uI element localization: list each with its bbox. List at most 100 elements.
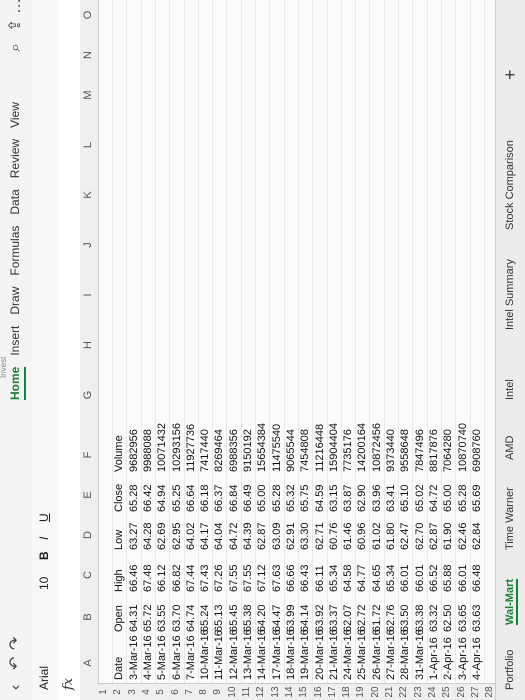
row-number[interactable]: 11 (241, 683, 256, 700)
cell[interactable]: High (113, 569, 125, 592)
cell[interactable]: 64.28 (142, 522, 154, 550)
row-number[interactable]: 8 (198, 683, 213, 700)
tab-home[interactable]: Home (6, 366, 26, 400)
cell[interactable]: 66.66 (285, 564, 297, 592)
cell[interactable]: 7417440 (199, 429, 211, 472)
row-number[interactable]: 3 (126, 683, 141, 700)
cell[interactable]: 62.07 (342, 604, 354, 632)
cell[interactable]: 66.01 (399, 564, 411, 592)
cell[interactable]: 9988088 (142, 429, 154, 472)
cell[interactable]: 65.45 (228, 604, 240, 632)
cell[interactable]: 62.72 (356, 604, 368, 632)
cell[interactable]: 6-Mar-16 (171, 635, 183, 680)
cell[interactable]: 21-Mar-16 (328, 629, 340, 680)
cell[interactable]: 14200164 (356, 423, 368, 472)
cell[interactable]: 66.48 (471, 564, 483, 592)
sheet-tab[interactable]: Time Warner (504, 487, 516, 550)
cell[interactable]: 63.30 (299, 522, 311, 550)
cell[interactable]: 62.50 (442, 604, 454, 632)
cell[interactable]: 67.44 (185, 564, 197, 592)
cell[interactable]: 66.18 (199, 484, 211, 512)
cell[interactable]: 27-Mar-16 (385, 629, 397, 680)
cell[interactable]: 31-Mar-16 (414, 629, 426, 680)
cell[interactable]: 65.34 (328, 564, 340, 592)
cell[interactable]: 66.64 (185, 484, 197, 512)
row-number[interactable]: 5 (155, 683, 170, 700)
cell[interactable]: 64.65 (371, 564, 383, 592)
sheet-tab[interactable]: Stock Comparison (504, 140, 516, 230)
row-number[interactable]: 4 (140, 683, 156, 700)
cell[interactable]: 64.94 (156, 484, 168, 512)
cell[interactable]: 3-Apr-16 (457, 637, 469, 680)
cell[interactable]: 7454808 (299, 429, 311, 472)
cell[interactable]: 65.75 (299, 484, 311, 512)
cell[interactable]: 64.02 (185, 522, 197, 550)
cell[interactable]: 4-Apr-16 (471, 637, 483, 680)
cell[interactable]: 60.96 (356, 522, 368, 550)
cell[interactable]: 66.01 (457, 564, 469, 592)
cell[interactable]: 65.25 (171, 484, 183, 512)
tab-view[interactable]: View (6, 102, 26, 128)
redo-icon[interactable]: ↷ (6, 637, 26, 650)
cell[interactable]: 67.55 (242, 564, 254, 592)
cell[interactable]: 66.84 (228, 484, 240, 512)
cell[interactable]: 63.99 (285, 604, 297, 632)
cell[interactable]: 65.00 (256, 484, 268, 512)
cell[interactable]: 62.84 (471, 522, 483, 550)
row-number[interactable]: 2 (112, 683, 127, 700)
sheet-tab[interactable]: Intel Summary (504, 259, 516, 330)
cell[interactable]: 61.46 (342, 522, 354, 550)
cell[interactable]: 65.13 (213, 604, 225, 632)
cell[interactable]: 63.32 (428, 604, 440, 632)
row-number[interactable]: 20 (369, 683, 384, 700)
row-number[interactable]: 21 (384, 683, 399, 700)
cell[interactable]: 62.71 (314, 522, 326, 550)
sheet-tab[interactable]: Intel (504, 379, 516, 400)
column-header-k[interactable]: K (82, 170, 94, 220)
cell[interactable]: 61.90 (442, 522, 454, 550)
cell[interactable]: 28-Mar-16 (399, 629, 411, 680)
font-name-select[interactable]: Arial (37, 666, 51, 690)
cell[interactable]: 10872456 (371, 423, 383, 472)
cell[interactable]: 8817876 (428, 429, 440, 472)
plus-icon[interactable]: + (500, 69, 521, 80)
cell[interactable]: 63.65 (457, 604, 469, 632)
row-number[interactable]: 14 (283, 683, 299, 700)
sheet-tab[interactable]: Wal-Mart (504, 578, 518, 625)
formula-bar[interactable]: fx (58, 0, 81, 700)
row-number[interactable]: 23 (412, 683, 427, 700)
row-number[interactable]: 1 (98, 683, 113, 700)
tab-review[interactable]: Review (6, 139, 26, 178)
cell[interactable]: 64.39 (242, 522, 254, 550)
row-number[interactable]: 19 (355, 683, 370, 700)
cell[interactable]: 12-Mar-16 (228, 629, 240, 680)
cell[interactable]: 10071432 (156, 423, 168, 472)
cell[interactable]: 64.04 (213, 522, 225, 550)
cell[interactable]: 62.87 (428, 522, 440, 550)
column-header-f[interactable]: F (82, 430, 94, 480)
cell[interactable]: 65.02 (414, 484, 426, 512)
row-number[interactable]: 16 (312, 683, 327, 700)
cell[interactable]: 62.70 (414, 522, 426, 550)
cell[interactable]: 19-Mar-16 (299, 629, 311, 680)
cell[interactable]: 11475540 (271, 424, 283, 472)
cell[interactable]: 63.50 (399, 604, 411, 632)
tab-formulas[interactable]: Formulas (6, 226, 26, 276)
row-number[interactable]: 6 (169, 683, 184, 700)
sheet-tab[interactable]: AMD (504, 436, 516, 460)
cell[interactable]: 63.41 (385, 484, 397, 512)
cell[interactable]: Date (113, 657, 125, 680)
cell[interactable]: 13-Mar-16 (242, 629, 254, 680)
cell[interactable]: 4-Mar-16 (142, 635, 154, 680)
cell[interactable]: 66.11 (314, 565, 326, 592)
cell[interactable]: 67.55 (228, 564, 240, 592)
undo-icon[interactable]: ↶ (6, 657, 26, 670)
cell[interactable]: 60.76 (328, 522, 340, 550)
cell[interactable]: 9150192 (242, 429, 254, 472)
cell[interactable]: 2-Apr-16 (442, 637, 454, 680)
row-number[interactable]: 24 (426, 683, 442, 700)
cell[interactable]: 65.00 (442, 484, 454, 512)
row-number[interactable]: 7 (183, 683, 199, 700)
cell[interactable]: 62.90 (356, 484, 368, 512)
column-header-a[interactable]: A (82, 638, 94, 688)
